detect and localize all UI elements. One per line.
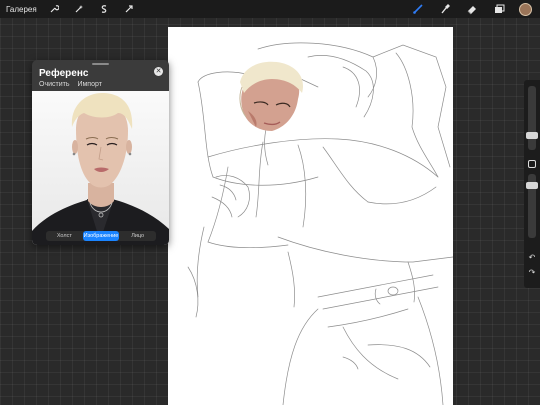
- transform-arrow-icon[interactable]: [122, 2, 136, 16]
- close-icon[interactable]: ✕: [154, 67, 163, 76]
- wrench-icon[interactable]: [47, 2, 61, 16]
- segment-image[interactable]: Изображение: [82, 231, 120, 241]
- reference-image: [32, 91, 169, 245]
- brush-sidebar: ↶ ↷: [524, 80, 540, 288]
- import-button[interactable]: Импорт: [77, 81, 101, 88]
- redo-icon[interactable]: ↷: [527, 268, 537, 278]
- painted-face: [239, 61, 304, 131]
- sketch-drawing: [187, 42, 453, 405]
- reference-panel: Референс ✕ Очистить Импорт Холст Изображ…: [32, 60, 169, 245]
- reference-mode-segmented: Холст Изображение Лицо: [46, 231, 156, 241]
- clear-button[interactable]: Очистить: [39, 81, 69, 88]
- magic-wand-icon[interactable]: [72, 2, 86, 16]
- undo-icon[interactable]: ↶: [527, 253, 537, 263]
- smudge-icon[interactable]: [438, 2, 452, 16]
- opacity-slider[interactable]: [526, 174, 538, 238]
- segment-face[interactable]: Лицо: [119, 231, 156, 241]
- modify-button[interactable]: [528, 160, 536, 168]
- reference-actions: Очистить Импорт: [39, 81, 108, 88]
- gallery-button[interactable]: Галерея: [6, 5, 37, 14]
- panel-drag-handle[interactable]: [92, 63, 109, 65]
- drawing-canvas[interactable]: [168, 27, 453, 405]
- color-swatch[interactable]: [519, 2, 532, 16]
- segment-canvas[interactable]: Холст: [46, 231, 83, 241]
- reference-title: Референс: [39, 68, 89, 79]
- brush-icon[interactable]: [411, 2, 425, 16]
- brush-size-thumb[interactable]: [526, 132, 538, 139]
- right-tools: [411, 0, 540, 18]
- top-toolbar: Галерея: [0, 0, 540, 18]
- selection-icon[interactable]: [97, 2, 111, 16]
- layers-icon[interactable]: [492, 2, 506, 16]
- opacity-thumb[interactable]: [526, 182, 538, 189]
- eraser-icon[interactable]: [465, 2, 479, 16]
- brush-size-slider[interactable]: [526, 86, 538, 150]
